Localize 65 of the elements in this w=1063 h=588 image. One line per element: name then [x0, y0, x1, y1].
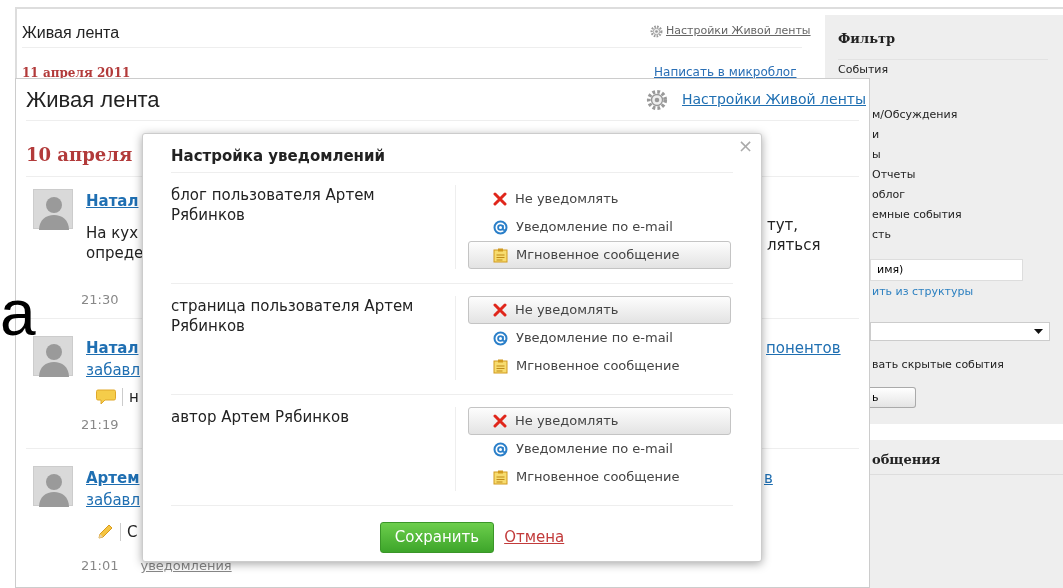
author-link[interactable]: Натал	[86, 339, 139, 357]
filter-title: Фильтр	[838, 30, 897, 48]
entry-text: н	[129, 387, 139, 407]
filter-label: События	[838, 62, 890, 77]
filter-option[interactable]: емные события	[872, 204, 1063, 225]
edge-letter: а	[0, 278, 36, 348]
structure-link[interactable]: ить из структуры	[872, 283, 1063, 300]
dropdown[interactable]	[870, 322, 1050, 341]
notepad-icon	[493, 358, 508, 374]
post-text: тут, ляться	[767, 215, 821, 255]
notepad-icon	[493, 247, 508, 263]
feed-title: Живая лента	[26, 86, 160, 114]
filter-option[interactable]: и	[872, 124, 1063, 145]
time-label: 21:01	[81, 557, 119, 575]
time-label: 21:30	[81, 291, 120, 309]
post-text: На кух опреде	[86, 223, 144, 263]
gear-icon	[646, 88, 668, 111]
notepad-icon	[493, 469, 508, 485]
filter-option[interactable]: облог	[872, 184, 1063, 205]
entry-link[interactable]: забавл	[86, 360, 141, 380]
time-label: 21:19	[81, 416, 119, 434]
settings-link[interactable]: Настройки Живой ленты	[682, 89, 866, 110]
at-sign-icon	[493, 441, 508, 457]
filter-option[interactable]: сть	[872, 224, 1063, 245]
avatar	[33, 189, 73, 229]
gear-icon	[650, 24, 663, 38]
entry-text: С	[127, 522, 138, 542]
pencil-icon	[96, 523, 114, 541]
section-label: блог пользователя Артем Рябинков	[171, 185, 456, 269]
checkbox-label: вать скрытые события	[872, 357, 1005, 373]
filter-option[interactable]: м/Обсуждения	[872, 104, 1063, 125]
cancel-link[interactable]: Отмена	[504, 526, 565, 549]
entry-link[interactable]: в	[764, 469, 773, 487]
at-sign-icon	[493, 330, 508, 346]
notify-option[interactable]: Мгновенное сообщение	[468, 352, 731, 380]
settings-link[interactable]: Настройки Живой ленты	[666, 23, 811, 40]
notify-option[interactable]: Мгновенное сообщение	[468, 241, 731, 269]
caret-icon	[1034, 329, 1043, 334]
cross-icon	[493, 414, 507, 428]
page-title: Живая лента	[22, 23, 120, 43]
at-sign-icon	[493, 219, 508, 235]
notify-option[interactable]: Мгновенное сообщение	[468, 463, 731, 491]
notify-option[interactable]: Уведомление по e-mail	[468, 213, 731, 241]
avatar	[33, 466, 73, 506]
section-label: автор Артем Рябинков	[171, 407, 456, 491]
author-link[interactable]: Артем	[86, 469, 140, 487]
notify-option[interactable]: Не уведомлять	[468, 296, 731, 324]
cross-icon	[493, 303, 507, 317]
avatar	[33, 336, 73, 376]
section-label: страница пользователя Артем Рябинков	[171, 296, 456, 380]
notify-option[interactable]: Уведомление по e-mail	[468, 435, 731, 463]
dialog-title: Настройка уведомлений	[171, 145, 385, 167]
notify-option[interactable]: Не уведомлять	[468, 407, 731, 435]
notify-option[interactable]: Уведомление по e-mail	[468, 324, 731, 352]
apply-button[interactable]: ь	[870, 387, 916, 408]
author-link[interactable]: Натал	[86, 192, 139, 210]
entry-link[interactable]: понентов	[766, 339, 841, 357]
notify-option[interactable]: Не уведомлять	[468, 185, 731, 213]
microblog-link[interactable]: Написать в микроблог	[654, 63, 797, 81]
filter-option[interactable]: ы	[872, 144, 1063, 165]
cross-icon	[493, 192, 507, 206]
speech-bubble-icon	[96, 389, 116, 405]
filter-option[interactable]: Отчеты	[872, 164, 1063, 185]
date-heading: 11 апреля 2011	[22, 65, 131, 82]
name-field[interactable]: имя)	[870, 258, 1023, 281]
